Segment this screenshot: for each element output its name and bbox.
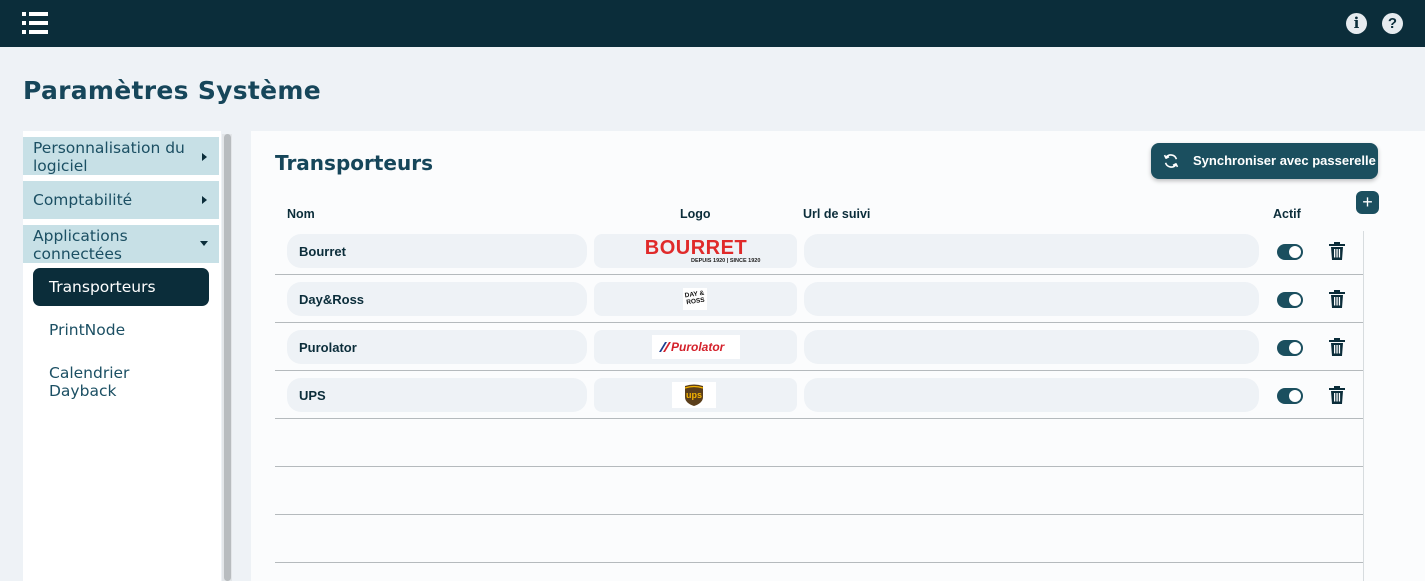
sidebar-section-comptabilite[interactable]: Comptabilité: [23, 181, 219, 219]
row-divider: [275, 370, 1363, 371]
carrier-logo-cell[interactable]: DAY & ROSS: [594, 282, 797, 316]
sidebar-item-label: Calendrier Dayback: [49, 364, 130, 400]
sidebar-item-transporteurs[interactable]: Transporteurs: [33, 268, 209, 306]
ups-logo: ups: [672, 382, 716, 408]
row-divider: [275, 322, 1363, 323]
sidebar-section-label: Comptabilité: [33, 191, 133, 209]
carrier-name: Day&Ross: [299, 292, 365, 307]
active-toggle[interactable]: [1277, 340, 1303, 356]
scrollbar-thumb[interactable]: [224, 134, 231, 581]
active-toggle[interactable]: [1277, 244, 1303, 260]
row-divider: [275, 562, 1363, 563]
row-divider: [275, 514, 1363, 515]
column-header-url: Url de suivi: [803, 207, 871, 221]
column-header-logo: Logo: [680, 207, 711, 221]
sidebar-section-label: Personnalisation du logiciel: [33, 139, 185, 175]
sidebar-scrollbar[interactable]: [222, 134, 232, 581]
row-divider: [275, 274, 1363, 275]
menu-list-icon[interactable]: [22, 12, 48, 34]
tracking-url-input[interactable]: [804, 378, 1259, 412]
trash-icon[interactable]: [1329, 338, 1345, 356]
carrier-name-cell[interactable]: UPS: [287, 378, 587, 412]
sidebar-item-printnode[interactable]: PrintNode: [33, 312, 209, 348]
active-toggle[interactable]: [1277, 388, 1303, 404]
carriers-panel: Transporteurs Synchroniser avec passerel…: [251, 131, 1425, 581]
row-divider: [275, 418, 1363, 419]
tracking-url-input[interactable]: [804, 234, 1259, 268]
carrier-name-cell[interactable]: Day&Ross: [287, 282, 587, 316]
sidebar-item-label: PrintNode: [49, 321, 126, 339]
help-icon[interactable]: ?: [1382, 13, 1403, 34]
add-carrier-button[interactable]: +: [1356, 191, 1379, 214]
sidebar: Personnalisation du logiciel Comptabilit…: [23, 131, 221, 581]
carrier-name-cell[interactable]: Purolator: [287, 330, 587, 364]
panel-title: Transporteurs: [275, 151, 433, 175]
dayross-logo: DAY & ROSS: [683, 288, 707, 310]
sidebar-section-personnalisation[interactable]: Personnalisation du logiciel: [23, 137, 219, 175]
sidebar-section-applications[interactable]: Applications connectées: [23, 225, 219, 263]
purolator-logo: Purolator: [652, 335, 740, 359]
tracking-url-input[interactable]: [804, 282, 1259, 316]
top-bar: i ?: [0, 0, 1425, 47]
trash-icon[interactable]: [1329, 386, 1345, 404]
carrier-name-cell[interactable]: Bourret: [287, 234, 587, 268]
sync-button-label: Synchroniser avec passerelle: [1193, 153, 1376, 168]
row-divider: [275, 466, 1363, 467]
caret-down-icon: [200, 241, 208, 246]
carrier-logo-cell[interactable]: BOURRET DEPUIS 1920 | SINCE 1920: [594, 234, 797, 268]
sync-icon: [1163, 154, 1179, 168]
carrier-name: Purolator: [299, 340, 357, 355]
sidebar-item-calendrier-dayback[interactable]: Calendrier Dayback: [33, 363, 209, 403]
purolator-swoosh-icon: [659, 342, 671, 352]
column-header-active: Actif: [1273, 207, 1301, 221]
carrier-logo-cell[interactable]: Purolator: [594, 330, 797, 364]
page-title: Paramètres Système: [23, 76, 322, 105]
table-border: [1363, 231, 1364, 581]
caret-right-icon: [202, 196, 207, 204]
trash-icon[interactable]: [1329, 290, 1345, 308]
sidebar-section-label: Applications connectées: [33, 227, 128, 263]
sync-gateway-button[interactable]: Synchroniser avec passerelle: [1151, 143, 1378, 179]
bourret-logo: BOURRET DEPUIS 1920 | SINCE 1920: [644, 237, 761, 264]
tracking-url-input[interactable]: [804, 330, 1259, 364]
sidebar-item-label: Transporteurs: [49, 278, 156, 296]
carrier-name: UPS: [299, 388, 326, 403]
carrier-logo-cell[interactable]: ups: [594, 378, 797, 412]
active-toggle[interactable]: [1277, 292, 1303, 308]
carrier-name: Bourret: [299, 244, 346, 259]
column-header-name: Nom: [287, 207, 315, 221]
caret-right-icon: [202, 153, 207, 161]
trash-icon[interactable]: [1329, 242, 1345, 260]
info-icon[interactable]: i: [1346, 13, 1367, 34]
